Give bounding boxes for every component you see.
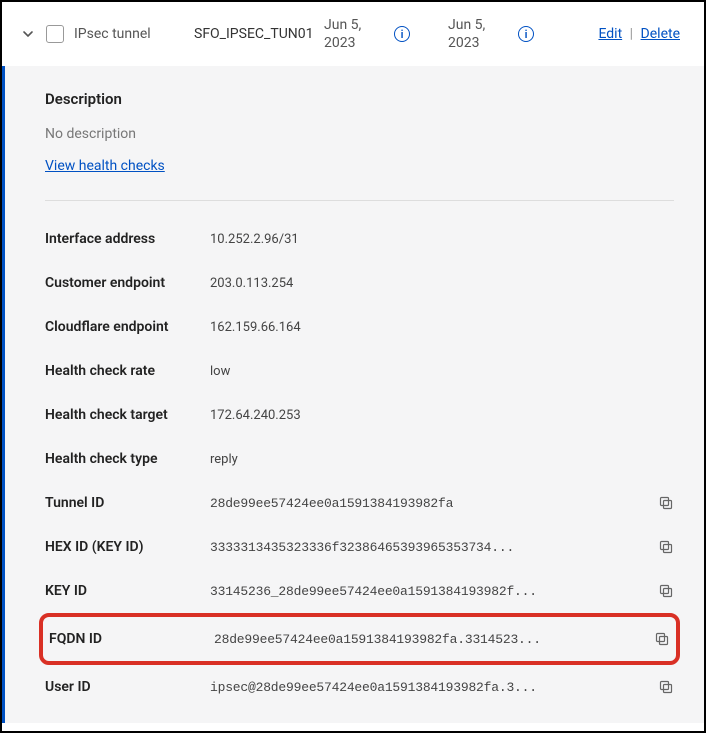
description-text: No description — [45, 126, 674, 142]
field-value: 28de99ee57424ee0a1591384193982fa — [210, 496, 648, 511]
field-label: Tunnel ID — [45, 495, 210, 511]
field-label: Health check type — [45, 451, 210, 467]
field-user-id: User ID ipsec@28de99ee57424ee0a159138419… — [45, 675, 674, 699]
field-fqdn-id: FQDN ID 28de99ee57424ee0a1591384193982fa… — [49, 627, 670, 651]
field-label: Interface address — [45, 231, 210, 247]
field-tunnel-id: Tunnel ID 28de99ee57424ee0a1591384193982… — [45, 491, 674, 515]
info-icon[interactable]: i — [394, 26, 410, 42]
field-label: Health check rate — [45, 363, 210, 379]
created-date: Jun 5, 2023 — [324, 16, 384, 52]
field-label: FQDN ID — [49, 631, 214, 647]
field-label: Customer endpoint — [45, 275, 210, 291]
field-value: 203.0.113.254 — [210, 276, 674, 291]
tunnel-type: IPsec tunnel — [74, 26, 184, 42]
field-cloudflare-endpoint: Cloudflare endpoint 162.159.66.164 — [45, 315, 674, 339]
field-key-id: KEY ID 33145236_28de99ee57424ee0a1591384… — [45, 579, 674, 603]
field-value: low — [210, 364, 674, 379]
divider: | — [630, 26, 633, 42]
field-label: Health check target — [45, 407, 210, 423]
description-title: Description — [45, 90, 674, 108]
tunnel-name: SFO_IPSEC_TUN01 — [194, 25, 314, 43]
field-label: User ID — [45, 679, 210, 695]
field-health-check-rate: Health check rate low — [45, 359, 674, 383]
copy-icon[interactable] — [654, 631, 670, 647]
field-label: KEY ID — [45, 583, 210, 599]
info-icon[interactable]: i — [518, 26, 534, 42]
field-value: 28de99ee57424ee0a1591384193982fa.3314523… — [214, 632, 644, 647]
field-value: 162.159.66.164 — [210, 320, 674, 335]
view-health-checks-link[interactable]: View health checks — [45, 158, 165, 174]
field-value: ipsec@28de99ee57424ee0a1591384193982fa.3… — [210, 680, 648, 695]
delete-link[interactable]: Delete — [641, 26, 680, 42]
highlight-fqdn-id: FQDN ID 28de99ee57424ee0a1591384193982fa… — [39, 613, 680, 665]
edit-link[interactable]: Edit — [598, 26, 622, 42]
field-hex-id: HEX ID (KEY ID) 3333313435323336f3238646… — [45, 535, 674, 559]
field-label: HEX ID (KEY ID) — [45, 539, 210, 555]
row-checkbox[interactable] — [46, 25, 64, 43]
modified-date: Jun 5, 2023 — [448, 16, 508, 52]
copy-icon[interactable] — [658, 679, 674, 695]
field-value: reply — [210, 452, 674, 467]
field-health-check-target: Health check target 172.64.240.253 — [45, 403, 674, 427]
field-interface-address: Interface address 10.252.2.96/31 — [45, 227, 674, 251]
field-value: 33145236_28de99ee57424ee0a1591384193982f… — [210, 584, 648, 599]
divider — [45, 200, 674, 201]
detail-panel: Description No description View health c… — [2, 66, 704, 723]
copy-icon[interactable] — [658, 583, 674, 599]
field-value: 172.64.240.253 — [210, 408, 674, 423]
field-value: 3333313435323336f32386465393965353734... — [210, 540, 648, 555]
field-value: 10.252.2.96/31 — [210, 232, 674, 247]
row-actions: Edit | Delete — [598, 26, 686, 42]
chevron-down-icon[interactable] — [20, 26, 36, 42]
tunnel-row: IPsec tunnel SFO_IPSEC_TUN01 Jun 5, 2023… — [2, 2, 704, 66]
field-label: Cloudflare endpoint — [45, 319, 210, 335]
field-customer-endpoint: Customer endpoint 203.0.113.254 — [45, 271, 674, 295]
field-health-check-type: Health check type reply — [45, 447, 674, 471]
copy-icon[interactable] — [658, 539, 674, 555]
copy-icon[interactable] — [658, 495, 674, 511]
